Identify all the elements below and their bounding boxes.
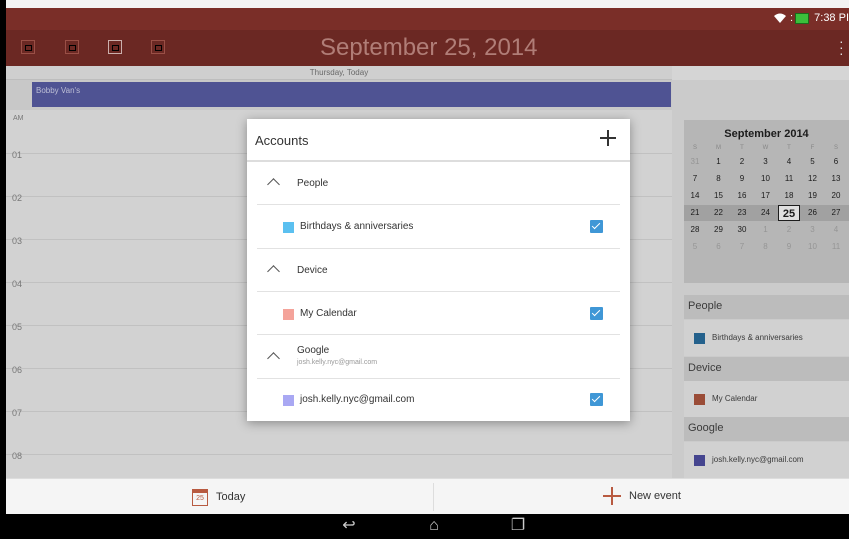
calendar-checkbox[interactable] [590,220,603,233]
status-separator: : [789,12,793,24]
today-button[interactable]: 25 Today [192,487,245,507]
back-icon[interactable]: ↩ [339,518,359,536]
recents-icon[interactable]: ❐ [508,518,528,536]
color-swatch [283,309,294,320]
chevron-up-icon [267,265,280,278]
chevron-up-icon [267,352,280,365]
status-time: 7:38 PI [814,12,849,24]
group-label: Device [297,265,328,276]
app-root: : 7:38 PI September 25, 2014 · · · Thursda… [0,0,849,539]
group-header-google[interactable]: Google josh.kelly.nyc@gmail.com [247,335,630,379]
calendar-row[interactable]: Birthdays & anniversaries [247,206,630,248]
bottom-divider [433,483,434,511]
add-account-icon[interactable] [600,130,616,146]
calendar-checkbox[interactable] [590,393,603,406]
calendar-label: josh.kelly.nyc@gmail.com [300,394,415,405]
new-event-button[interactable]: New event [603,485,681,507]
new-event-label: New event [629,490,681,502]
group-label: Google [297,345,330,356]
calendar-row[interactable]: My Calendar [247,293,630,335]
calendar-today-icon: 25 [192,488,208,506]
calendar-label: Birthdays & anniversaries [300,221,414,232]
plus-icon [603,487,621,505]
home-icon[interactable]: ⌂ [424,518,444,536]
color-swatch [283,222,294,233]
system-nav-bar: ↩ ⌂ ❐ [6,514,849,539]
group-header-device[interactable]: Device [247,249,630,293]
calendar-checkbox[interactable] [590,307,603,320]
row-divider [257,291,620,292]
calendar-label: My Calendar [300,308,357,319]
chevron-up-icon [267,178,280,191]
bottom-bar: 25 Today New event [6,478,849,514]
today-label: Today [216,491,246,503]
calendar-row[interactable]: josh.kelly.nyc@gmail.com [247,379,630,421]
status-bar: : 7:38 PI [6,8,849,30]
group-header-people[interactable]: People [247,162,630,206]
accounts-dialog: Accounts People Birthdays & anniversarie… [247,119,630,421]
group-sublabel: josh.kelly.nyc@gmail.com [297,359,378,366]
dialog-title: Accounts [255,133,309,148]
color-swatch [283,395,294,406]
battery-icon [795,13,809,24]
group-label: People [297,178,329,189]
row-divider [257,204,620,205]
calendar-screen: : 7:38 PI September 25, 2014 · · · Thursda… [6,0,849,539]
wifi-icon [774,13,786,23]
